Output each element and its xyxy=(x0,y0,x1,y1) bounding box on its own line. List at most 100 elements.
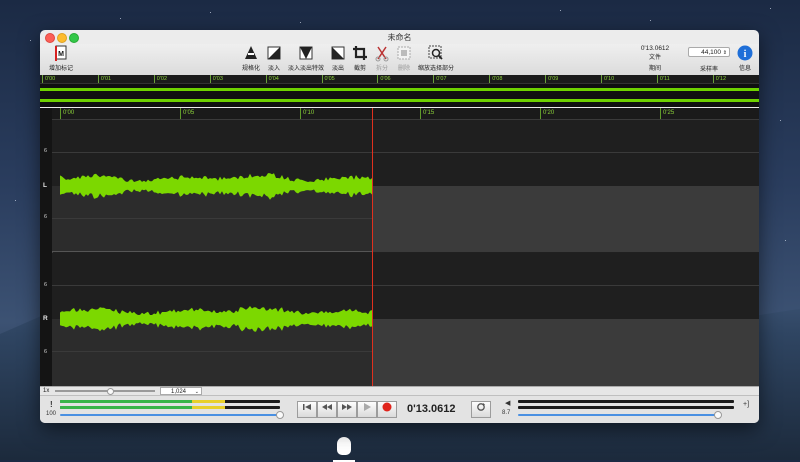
overview-waveform-left xyxy=(40,88,759,91)
output-volume-slider[interactable] xyxy=(518,414,718,416)
normalize-icon xyxy=(245,46,257,59)
split-button[interactable]: 拆分 xyxy=(372,44,392,72)
delete-icon xyxy=(397,46,411,60)
zoom-slider-knob[interactable] xyxy=(107,388,114,395)
microphone-icon xyxy=(333,437,355,462)
input-meter-left xyxy=(60,400,280,403)
db-marker: 6 xyxy=(44,148,48,154)
output-meter-right xyxy=(518,406,734,409)
speaker-icon: ◀ xyxy=(505,400,511,407)
split-icon xyxy=(375,46,389,62)
right-channel-track[interactable] xyxy=(52,253,759,386)
record-icon xyxy=(382,402,392,412)
input-meter-right xyxy=(60,406,280,409)
crop-icon xyxy=(353,46,367,60)
record-button[interactable] xyxy=(377,401,397,418)
waveform-editor[interactable]: 6 L 6 6 R 6 0'00 0'05 0'10 0'15 0'20 0'25 xyxy=(40,108,759,386)
window-title: 未命名 xyxy=(387,33,412,42)
output-channel-icon: +] xyxy=(743,401,750,408)
overview-waveform-right xyxy=(40,99,759,102)
overview-tick-label: 0'01 xyxy=(97,75,111,83)
db-marker: 6 xyxy=(44,214,48,220)
overview-tick-label: 0'09 xyxy=(545,75,558,83)
duration-display: 0'13.0612 文件 期间 xyxy=(638,45,672,72)
left-channel-label: L xyxy=(43,182,47,189)
fast-forward-icon xyxy=(342,404,352,410)
current-time: 0'13.0612 xyxy=(407,403,456,415)
loop-button[interactable] xyxy=(471,401,491,418)
rewind-button[interactable] xyxy=(317,401,337,418)
marker-icon: M xyxy=(55,45,67,61)
title-bar: 未命名 xyxy=(40,30,759,44)
fast-forward-button[interactable] xyxy=(337,401,357,418)
sample-rate-value: 44,100 xyxy=(701,49,721,56)
output-level-value: 8.7 xyxy=(502,410,511,416)
zoom-factor: 1x xyxy=(43,388,50,394)
svg-text:M: M xyxy=(58,51,64,58)
sample-rate-label: 采样率 xyxy=(699,67,718,73)
right-waveform xyxy=(60,306,372,332)
time-tick-label: 0'25 xyxy=(660,108,674,119)
playhead[interactable] xyxy=(372,108,373,386)
svg-text:i: i xyxy=(744,49,747,60)
loop-icon xyxy=(477,403,485,411)
zoom-slider[interactable] xyxy=(55,388,155,395)
overview-tick-label: 0'05 xyxy=(321,75,335,83)
normalize-button[interactable]: 规格化 xyxy=(239,44,263,72)
db-marker: 6 xyxy=(44,282,48,288)
overview-tick-label: 0'03 xyxy=(209,75,223,83)
left-waveform xyxy=(60,173,372,200)
zoom-selection-icon xyxy=(428,45,443,60)
delete-button[interactable]: 删除 xyxy=(394,44,414,72)
skip-back-icon xyxy=(303,404,311,410)
toolbar: M 增加标记 规格化 淡入 淡入淡出特效 淡出 截剪 拆分 删除 缩放选择部分 … xyxy=(40,44,759,76)
time-tick-label: 0'05 xyxy=(180,108,194,119)
zoom-select[interactable]: 1,024 ⌄ xyxy=(160,387,202,395)
crop-button[interactable]: 截剪 xyxy=(350,44,370,72)
fade-in-icon xyxy=(267,46,281,60)
overview-tick-label: 0'07 xyxy=(433,75,447,83)
time-ruler[interactable]: 0'00 0'05 0'10 0'15 0'20 0'25 xyxy=(52,108,759,120)
app-window: 未命名 M 增加标记 规格化 淡入 淡入淡出特效 淡出 截剪 拆分 删除 缩放选… xyxy=(40,30,759,423)
info-icon: i xyxy=(737,45,753,61)
add-marker-button[interactable]: M 增加标记 xyxy=(44,44,78,72)
right-channel-label: R xyxy=(43,315,48,322)
sample-rate-select[interactable]: 44,100 ⇕ xyxy=(688,47,730,57)
time-tick-label: 0'20 xyxy=(540,108,554,119)
input-volume-knob[interactable] xyxy=(276,411,284,419)
empty-region xyxy=(373,319,759,386)
stepper-icon: ⇕ xyxy=(722,50,727,56)
time-tick-label: 0'15 xyxy=(420,108,434,119)
overview-timeline[interactable]: 0'00 0'01 0'02 0'03 0'04 0'05 0'06 0'07 0'08 0'09… xyxy=(40,75,759,107)
skip-to-start-button[interactable] xyxy=(297,401,317,418)
fade-out-button[interactable]: 淡出 xyxy=(328,44,348,72)
left-channel-track[interactable] xyxy=(52,120,759,252)
fade-out-icon xyxy=(331,46,345,60)
file-label: 文件 xyxy=(648,55,661,61)
overview-tick-label: 0'08 xyxy=(489,75,502,83)
fade-in-out-button[interactable]: 淡入淡出特效 xyxy=(286,44,326,72)
output-volume-knob[interactable] xyxy=(714,411,722,419)
time-tick-label: 0'10 xyxy=(300,108,314,119)
overview-ruler: 0'00 0'01 0'02 0'03 0'04 0'05 0'06 0'07 0'08 0'09… xyxy=(40,75,759,84)
fade-in-out-icon xyxy=(299,46,313,60)
overview-tick-label: 0'00 xyxy=(42,75,55,83)
info-button[interactable]: i 信息 xyxy=(734,44,756,72)
input-level-icon: ! xyxy=(50,400,53,409)
play-button[interactable] xyxy=(357,401,377,418)
zoom-selection-button[interactable]: 缩放选择部分 xyxy=(416,44,456,72)
overview-tick-label: 0'02 xyxy=(153,75,167,83)
input-level-value: 100 xyxy=(46,411,57,417)
transport-bar: ! 100 0'13.0612 ◀ 8.7 +] xyxy=(40,395,759,423)
empty-region xyxy=(373,186,759,252)
output-meter-left xyxy=(518,400,734,403)
fade-in-button[interactable]: 淡入 xyxy=(264,44,284,72)
overview-tick-label: 0'06 xyxy=(377,75,391,83)
play-icon xyxy=(364,403,371,411)
rewind-icon xyxy=(322,404,332,410)
duration-label: 期间 xyxy=(648,66,661,72)
input-volume-slider[interactable] xyxy=(60,414,278,416)
overview-tick-label: 0'12 xyxy=(712,75,726,83)
overview-tick-label: 0'04 xyxy=(265,75,279,83)
db-marker: 6 xyxy=(44,349,48,355)
